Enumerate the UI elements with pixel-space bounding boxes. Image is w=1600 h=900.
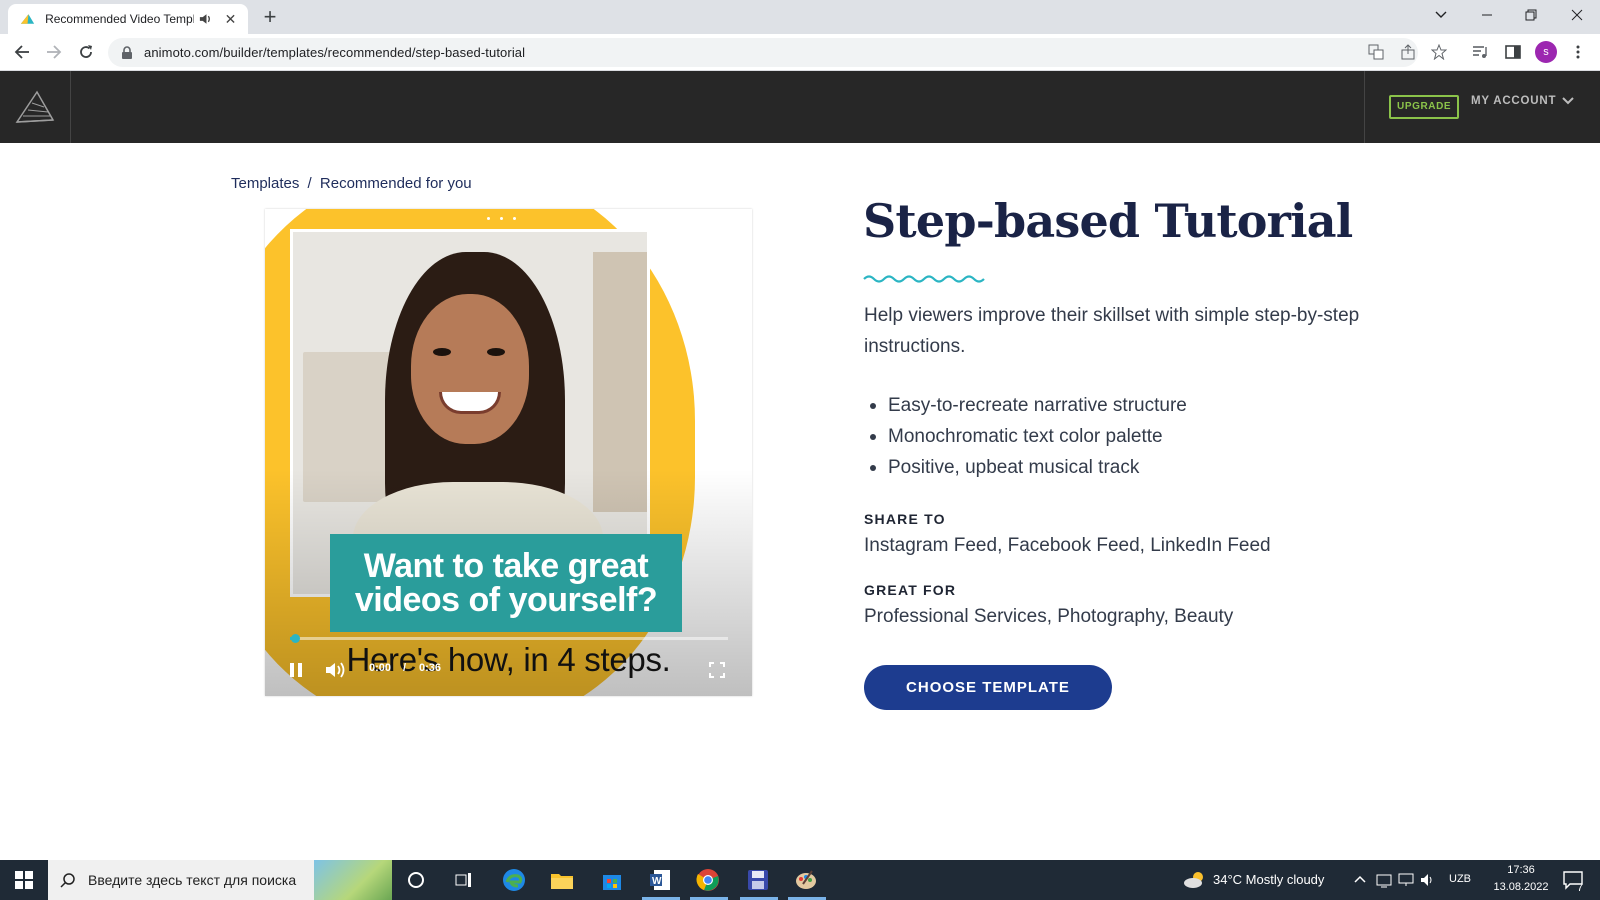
feature-item: Monochromatic text color palette bbox=[864, 421, 1187, 452]
fullscreen-icon[interactable] bbox=[708, 661, 726, 679]
my-account-label: MY ACCOUNT bbox=[1471, 95, 1557, 107]
animoto-favicon-icon bbox=[20, 14, 35, 24]
share-icon[interactable] bbox=[1398, 42, 1418, 62]
template-description: Help viewers improve their skillset with… bbox=[864, 305, 1360, 357]
upgrade-button[interactable]: UPGRADE bbox=[1389, 95, 1460, 119]
tab-title: Recommended Video Templ bbox=[45, 12, 194, 26]
search-icon bbox=[60, 873, 75, 888]
address-bar[interactable]: animoto.com/builder/templates/recommende… bbox=[108, 38, 1418, 67]
pause-icon[interactable] bbox=[287, 661, 305, 679]
great-for-label: GREAT FOR bbox=[864, 582, 957, 598]
browser-tabstrip: Recommended Video Templ ✕ + bbox=[0, 0, 1600, 34]
side-panel-icon[interactable] bbox=[1503, 42, 1523, 62]
network-icon[interactable] bbox=[1376, 872, 1392, 888]
share-to-value: Instagram Feed, Facebook Feed, LinkedIn … bbox=[864, 535, 1271, 556]
floppy-app-icon[interactable] bbox=[744, 866, 772, 894]
language-indicator[interactable]: UZB bbox=[1449, 873, 1471, 885]
browser-tab[interactable]: Recommended Video Templ ✕ bbox=[8, 4, 248, 34]
video-controls: 0:00 / 0:36 bbox=[265, 654, 752, 684]
cortana-icon[interactable] bbox=[402, 866, 430, 894]
breadcrumb-templates-link[interactable]: Templates bbox=[231, 175, 299, 192]
video-caption: Want to take great videos of yourself? bbox=[354, 547, 658, 619]
volume-icon[interactable] bbox=[325, 661, 347, 679]
wavy-divider bbox=[863, 275, 985, 283]
file-explorer-icon[interactable] bbox=[548, 866, 576, 894]
search-placeholder: Введите здесь текст для поиска bbox=[88, 872, 297, 888]
tab-close-icon[interactable]: ✕ bbox=[223, 11, 238, 27]
forward-icon[interactable] bbox=[42, 40, 66, 64]
edge-browser-icon[interactable] bbox=[500, 866, 528, 894]
browser-menu-icon[interactable] bbox=[1568, 42, 1588, 62]
back-icon[interactable] bbox=[10, 40, 34, 64]
microsoft-store-icon[interactable] bbox=[598, 866, 626, 894]
breadcrumb-separator: / bbox=[307, 175, 312, 192]
browser-toolbar: animoto.com/builder/templates/recommende… bbox=[0, 34, 1600, 71]
windows-start-icon[interactable] bbox=[10, 868, 38, 892]
minimize-icon[interactable] bbox=[1464, 0, 1510, 30]
reload-icon[interactable] bbox=[74, 40, 98, 64]
video-time-separator: / bbox=[403, 662, 407, 674]
notification-count: 7 bbox=[1577, 882, 1584, 894]
my-account-menu[interactable]: MY ACCOUNT bbox=[1471, 95, 1575, 107]
paint-app-icon[interactable] bbox=[792, 866, 820, 894]
new-tab-button[interactable]: + bbox=[258, 4, 282, 30]
lock-icon[interactable] bbox=[120, 45, 134, 60]
share-to-label: SHARE TO bbox=[864, 511, 946, 527]
tab-audio-icon[interactable] bbox=[198, 11, 213, 27]
weather-cloud-icon[interactable] bbox=[1182, 871, 1208, 889]
media-control-icon[interactable] bbox=[1470, 42, 1490, 62]
video-progress-knob[interactable] bbox=[291, 634, 300, 643]
feature-item: Easy-to-recreate narrative structure bbox=[864, 390, 1187, 421]
animoto-logo-icon bbox=[15, 90, 55, 123]
feature-list: Easy-to-recreate narrative structure Mon… bbox=[864, 390, 1187, 483]
clock-date[interactable]: 13.08.2022 bbox=[1485, 881, 1557, 893]
task-view-icon[interactable] bbox=[450, 866, 478, 894]
chrome-icon[interactable] bbox=[694, 866, 722, 894]
volume-tray-icon[interactable] bbox=[1420, 872, 1436, 888]
template-title: Step-based Tutorial bbox=[863, 194, 1353, 248]
chevron-down-icon bbox=[1562, 97, 1575, 105]
svg-text:W: W bbox=[652, 876, 662, 887]
restore-icon[interactable] bbox=[1508, 0, 1554, 30]
search-highlight-image bbox=[314, 860, 392, 900]
close-window-icon[interactable] bbox=[1554, 0, 1600, 30]
great-for-value: Professional Services, Photography, Beau… bbox=[864, 606, 1234, 627]
windows-taskbar: Введите здесь текст для поиска W 34°C Mo… bbox=[0, 860, 1600, 900]
video-caption-box: Want to take great videos of yourself? bbox=[330, 534, 682, 632]
breadcrumb-current: Recommended for you bbox=[319, 175, 472, 192]
video-duration: 0:36 bbox=[419, 662, 442, 674]
animoto-logo[interactable] bbox=[0, 71, 71, 143]
template-preview-video[interactable]: Want to take great videos of yourself? H… bbox=[265, 209, 752, 696]
profile-avatar[interactable]: s bbox=[1535, 41, 1557, 63]
weather-text[interactable]: 34°C Mostly cloudy bbox=[1213, 872, 1324, 887]
video-progress-bar[interactable] bbox=[290, 634, 728, 643]
video-dots bbox=[487, 217, 516, 220]
clock-time[interactable]: 17:36 bbox=[1491, 864, 1551, 876]
show-hidden-icons-icon[interactable] bbox=[1354, 874, 1366, 884]
bookmark-star-icon[interactable] bbox=[1429, 42, 1449, 62]
choose-template-button[interactable]: CHOOSE TEMPLATE bbox=[864, 665, 1112, 710]
taskbar-search[interactable]: Введите здесь текст для поиска bbox=[48, 860, 392, 900]
word-icon[interactable]: W bbox=[646, 866, 674, 894]
url-text[interactable]: animoto.com/builder/templates/recommende… bbox=[144, 45, 525, 60]
breadcrumb: Templates / Recommended for you bbox=[231, 175, 472, 192]
feature-item: Positive, upbeat musical track bbox=[864, 452, 1187, 483]
video-current-time: 0:00 bbox=[369, 662, 392, 674]
display-icon[interactable] bbox=[1398, 872, 1414, 888]
site-header: UPGRADE MY ACCOUNT bbox=[0, 71, 1600, 143]
header-account-area: UPGRADE MY ACCOUNT bbox=[1364, 71, 1600, 143]
tab-search-icon[interactable] bbox=[1418, 0, 1464, 30]
translate-icon[interactable] bbox=[1366, 42, 1386, 62]
